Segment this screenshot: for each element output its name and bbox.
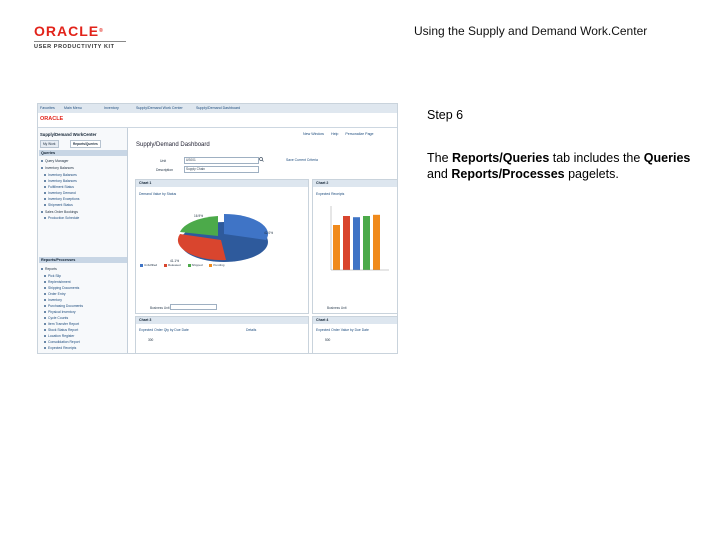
- legend-item: Unfulfilled: [140, 263, 157, 267]
- oracle-upk-logo: ORACLE® USER PRODUCTIVITY KIT: [34, 24, 126, 50]
- chart1-unit-field[interactable]: [170, 304, 217, 310]
- query-item[interactable]: Inventory Balances: [41, 166, 74, 170]
- breadcrumb-item[interactable]: Supply/Demand Dashboard: [196, 106, 240, 110]
- search-icon[interactable]: [259, 157, 264, 162]
- report-item[interactable]: Reports: [41, 267, 57, 271]
- reports-pagelet-header[interactable]: Reports/Processes: [39, 257, 127, 263]
- chart2-title: Expected Receipts: [316, 192, 345, 196]
- pie-chart: [177, 214, 269, 262]
- query-item[interactable]: Query Manager: [41, 159, 69, 163]
- queries-pagelet-header[interactable]: Queries: [39, 150, 127, 156]
- chart2-pagelet: Chart 2 Expected Receipts Business Unit: [312, 179, 397, 314]
- query-item[interactable]: Inventory Balances: [44, 179, 77, 183]
- tab-reports-queries[interactable]: Reports/Queries: [70, 140, 101, 148]
- chart1-title: Demand Value by Status: [139, 192, 177, 196]
- chart1-footer: Business Unit: [150, 306, 170, 310]
- report-item[interactable]: Consolidation Report: [44, 340, 80, 344]
- report-item[interactable]: Purchasing Documents: [44, 304, 83, 308]
- chart2-header[interactable]: Chart 2: [313, 180, 397, 187]
- dashboard-title: Supply/Demand Dashboard: [136, 142, 210, 148]
- work-center-title: Supply/Demand WorkCenter: [40, 132, 97, 137]
- query-item[interactable]: Sales Order Bookings: [41, 210, 78, 214]
- chart1-pagelet: Chart 1 Demand Value by Status 16.9% 42.…: [135, 179, 309, 314]
- chart1-legend: Unfulfilled Released Shipped Pending: [140, 263, 230, 267]
- chart2-footer: Business Unit: [327, 306, 347, 310]
- bar: [333, 225, 340, 270]
- description-label: Description: [156, 168, 173, 172]
- pie-label: 42.0%: [264, 231, 274, 235]
- description-input[interactable]: Supply Chain: [184, 166, 259, 173]
- tab-my-work[interactable]: My Work: [40, 140, 59, 148]
- breadcrumb-item[interactable]: Favorites: [40, 106, 55, 110]
- query-item[interactable]: Inventory Demand: [44, 191, 76, 195]
- unit-label: Unit: [160, 159, 167, 163]
- chart3-header[interactable]: Chart 3: [136, 317, 308, 324]
- chart3-axis-label: 300: [148, 338, 154, 342]
- logo-brand-text: ORACLE: [34, 23, 100, 39]
- chart3-title: Expected Order Qty by Due Date: [139, 328, 189, 332]
- breadcrumb-item[interactable]: Inventory: [104, 106, 119, 110]
- page-title: Using the Supply and Demand Work.Center: [414, 24, 648, 38]
- query-item[interactable]: Inventory Balances: [44, 173, 77, 177]
- oracle-banner: [38, 113, 397, 128]
- help-link[interactable]: Help: [331, 132, 338, 136]
- personalize-page-link[interactable]: Personalize Page: [345, 132, 373, 136]
- top-links: New Window Help Personalize Page: [303, 132, 380, 136]
- legend-item: Shipped: [187, 263, 203, 267]
- chart1-header[interactable]: Chart 1: [136, 180, 308, 187]
- breadcrumb-item[interactable]: Supply/Demand Work Center: [136, 106, 183, 110]
- report-item[interactable]: Physical Inventory: [44, 310, 76, 314]
- legend-item: Released: [164, 263, 181, 267]
- chart4-pagelet: Chart 4 Expected Order Value by Due Date…: [312, 316, 397, 353]
- report-item[interactable]: Replenishment: [44, 280, 71, 284]
- bar: [373, 214, 380, 270]
- breadcrumb-item[interactable]: Main Menu: [64, 106, 82, 110]
- report-item[interactable]: Order Entry: [44, 292, 66, 296]
- unit-input[interactable]: US001: [184, 157, 259, 164]
- save-criteria-button[interactable]: Save Current Criteria: [286, 158, 318, 162]
- report-item[interactable]: Shipping Documents: [44, 286, 79, 290]
- oracle-banner-logo: ORACLE: [40, 116, 64, 122]
- logo-subtitle: USER PRODUCTIVITY KIT: [34, 44, 115, 50]
- bar: [363, 216, 370, 270]
- report-item[interactable]: Stock Status Report: [44, 328, 78, 332]
- bar-chart: [330, 206, 389, 271]
- query-item[interactable]: Fulfillment Status: [44, 185, 74, 189]
- step-description: The Reports/Queries tab includes the Que…: [427, 151, 691, 181]
- report-item[interactable]: Location Register: [44, 334, 74, 338]
- bar: [353, 217, 360, 270]
- logo-divider: [34, 41, 126, 42]
- report-item[interactable]: Inventory: [44, 298, 62, 302]
- legend-item: Pending: [209, 263, 224, 267]
- query-item[interactable]: Inventory Exceptions: [44, 197, 79, 201]
- work-center-panel: Supply/Demand WorkCenter My Work Reports…: [38, 128, 128, 353]
- query-item[interactable]: Production Schedule: [44, 216, 79, 220]
- chart4-header[interactable]: Chart 4: [313, 317, 397, 324]
- new-window-link[interactable]: New Window: [303, 132, 324, 136]
- report-item[interactable]: Pick Slip: [44, 274, 61, 278]
- pie-label: 16.9%: [194, 214, 204, 218]
- chart3-pagelet: Chart 3 Expected Order Qty by Due Date D…: [135, 316, 309, 353]
- report-item[interactable]: Item Transfer Report: [44, 322, 79, 326]
- screenshot-thumbnail: Favorites Main Menu Inventory Supply/Dem…: [37, 103, 398, 354]
- bar: [343, 216, 350, 270]
- chart3-details-link[interactable]: Details: [246, 328, 256, 332]
- work-center-tabs: My Work Reports/Queries: [40, 140, 125, 148]
- chart4-title: Expected Order Value by Due Date: [316, 328, 369, 332]
- query-item[interactable]: Shipment Status: [44, 203, 73, 207]
- step-title: Step 6: [427, 108, 464, 122]
- breadcrumb-bar: Favorites Main Menu Inventory Supply/Dem…: [38, 104, 397, 113]
- chart4-axis-label: 500: [325, 338, 331, 342]
- report-item[interactable]: Cycle Counts: [44, 316, 68, 320]
- report-item[interactable]: Expected Receipts: [44, 346, 76, 350]
